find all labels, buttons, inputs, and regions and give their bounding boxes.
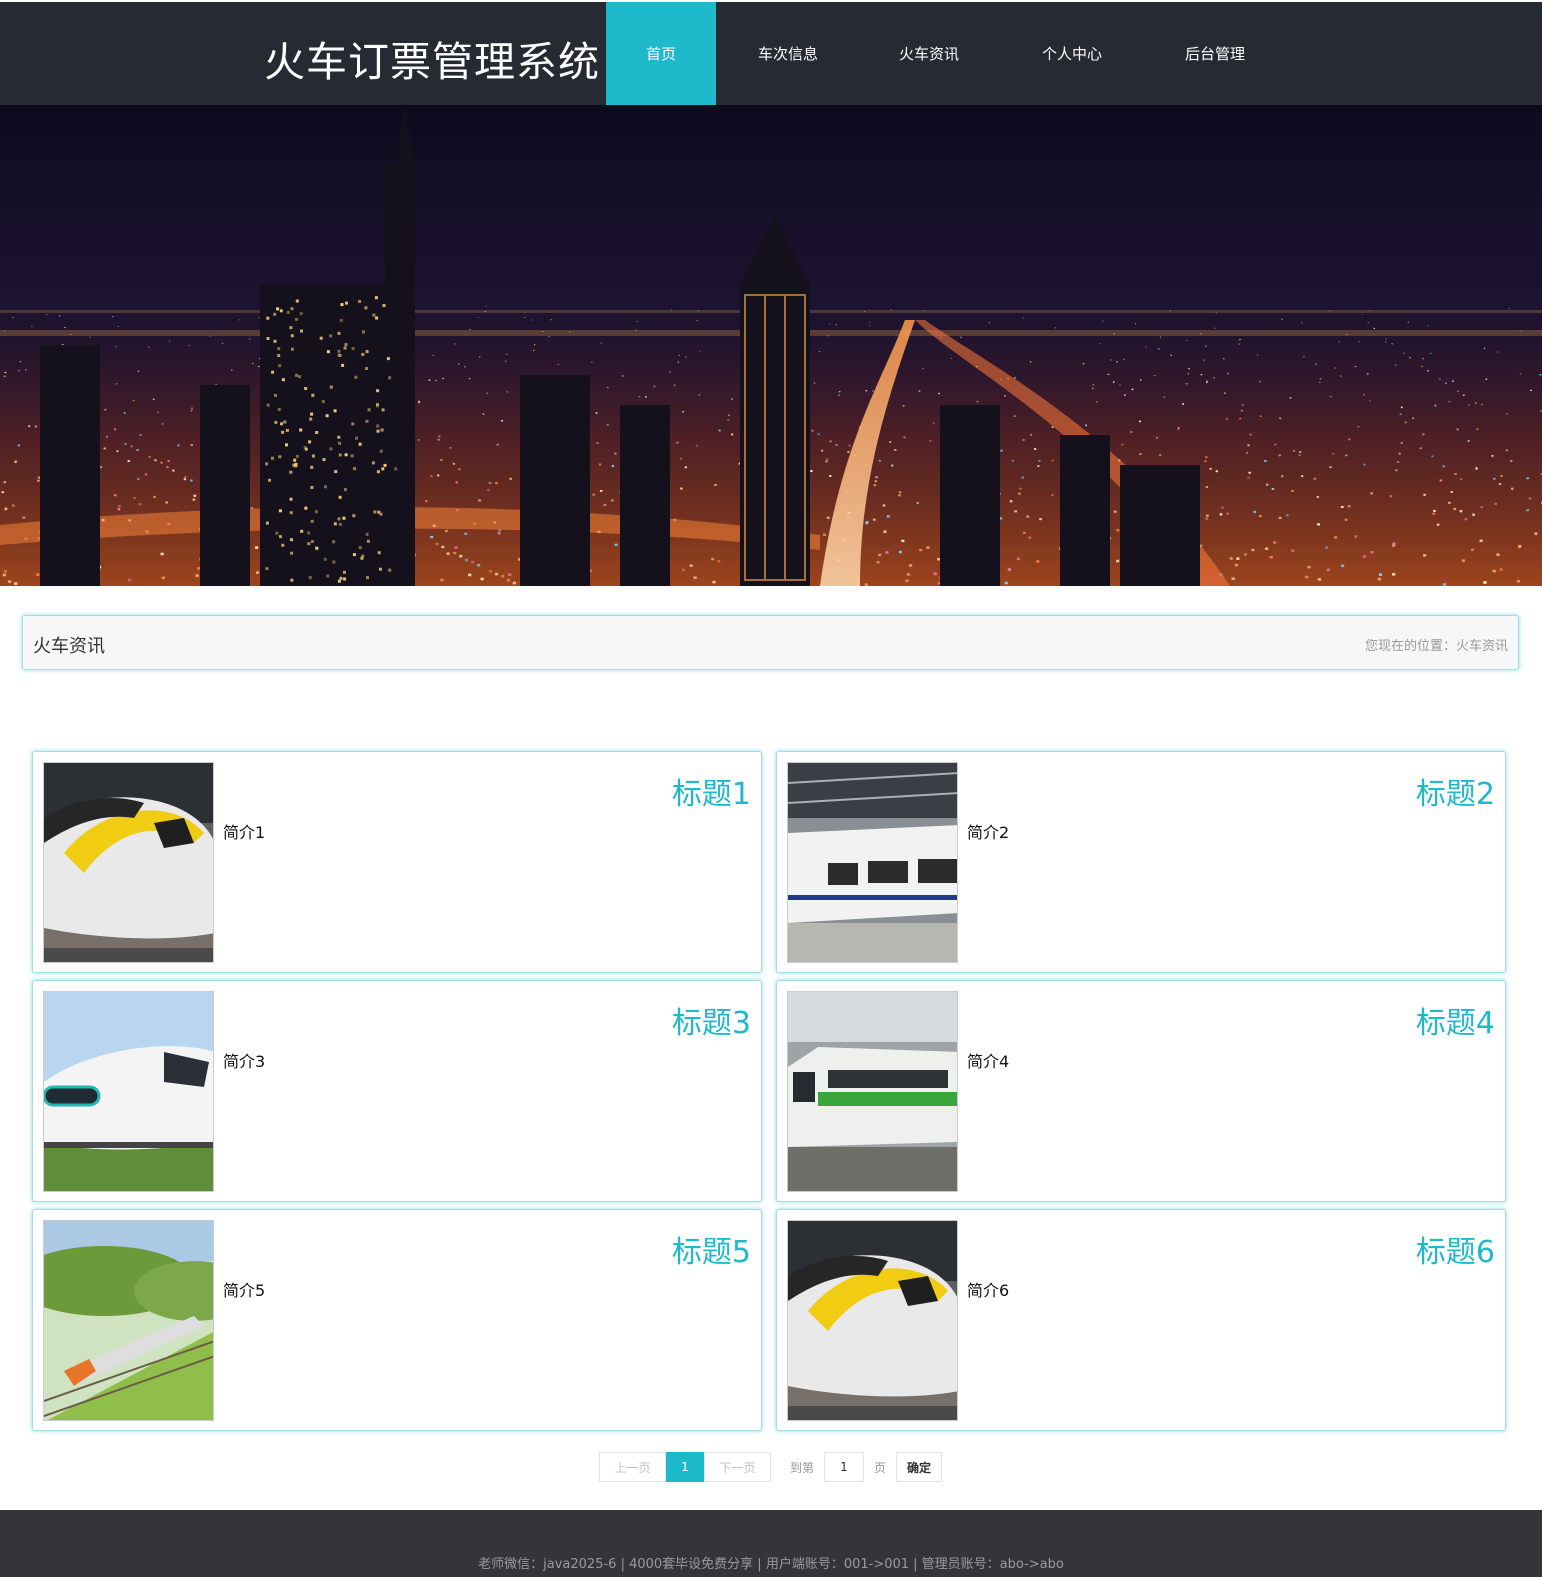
page-unit-label: 页 [874, 1461, 887, 1475]
breadcrumb: 您现在的位置：火车资讯 [1365, 635, 1508, 654]
site-title: 火车订票管理系统 [264, 38, 600, 86]
news-card[interactable]: 标题2 简介2 [776, 751, 1506, 973]
section-title: 火车资讯 [33, 636, 105, 657]
news-thumbnail[interactable] [43, 1220, 214, 1421]
news-thumbnail[interactable] [787, 1220, 958, 1421]
news-intro: 简介1 [223, 823, 266, 842]
page-number-current[interactable]: 1 [666, 1452, 704, 1482]
news-title[interactable]: 标题6 [1416, 1227, 1495, 1271]
next-page-button[interactable]: 下一页 [704, 1452, 771, 1482]
breadcrumb-label: 您现在的位置： [1364, 639, 1456, 654]
breadcrumb-current[interactable]: 火车资讯 [1456, 639, 1508, 654]
news-title[interactable]: 标题5 [672, 1227, 751, 1271]
news-thumbnail[interactable] [787, 762, 958, 963]
news-title[interactable]: 标题1 [672, 769, 751, 813]
footer: 老师微信：java2025-6 | 4000套毕设免费分享 | 用户端账号：00… [0, 1510, 1542, 1577]
goto-label: 到第 [790, 1461, 815, 1475]
nav-item-personal-center[interactable]: 个人中心 [998, 2, 1146, 105]
news-title[interactable]: 标题3 [672, 998, 751, 1042]
news-intro: 简介2 [967, 823, 1010, 842]
news-intro: 简介5 [223, 1281, 266, 1300]
nav-item-train-news[interactable]: 火车资讯 [860, 2, 998, 105]
news-title[interactable]: 标题4 [1416, 998, 1495, 1042]
pagination: 上一页 1 下一页 到第 页 确定 [0, 1452, 1542, 1482]
news-title[interactable]: 标题2 [1416, 769, 1495, 813]
news-card[interactable]: 标题3 简介3 [32, 980, 762, 1202]
page-jump-input[interactable] [824, 1452, 864, 1482]
footer-text: 老师微信：java2025-6 | 4000套毕设免费分享 | 用户端账号：00… [478, 1557, 1064, 1572]
nav-item-admin[interactable]: 后台管理 [1146, 2, 1284, 105]
news-card[interactable]: 标题6 简介6 [776, 1209, 1506, 1431]
news-card[interactable]: 标题1 简介1 [32, 751, 762, 973]
main-nav: 首页 车次信息 火车资讯 个人中心 后台管理 [606, 2, 1284, 105]
news-intro: 简介4 [967, 1052, 1010, 1071]
nav-item-home[interactable]: 首页 [606, 2, 716, 105]
yellow-high-speed-train-image [788, 1221, 957, 1420]
banner-carousel [0, 105, 1542, 586]
section-header: 火车资讯 您现在的位置：火车资讯 [22, 615, 1519, 670]
news-card[interactable]: 标题4 简介4 [776, 980, 1506, 1202]
white-bullet-train-image [44, 992, 213, 1191]
city-night-skyline-image [0, 105, 1542, 586]
news-thumbnail[interactable] [43, 991, 214, 1192]
harmony-train-in-station-image [788, 763, 957, 962]
news-intro: 简介6 [967, 1281, 1010, 1300]
news-thumbnail[interactable] [43, 762, 214, 963]
news-card[interactable]: 标题5 简介5 [32, 1209, 762, 1431]
news-intro: 简介3 [223, 1052, 266, 1071]
confirm-button[interactable]: 确定 [896, 1452, 942, 1482]
news-thumbnail[interactable] [787, 991, 958, 1192]
train-in-green-field-image [44, 1221, 213, 1420]
nav-item-train-info[interactable]: 车次信息 [716, 2, 860, 105]
top-navigation-bar: 火车订票管理系统 首页 车次信息 火车资讯 个人中心 后台管理 [0, 0, 1542, 105]
green-stripe-train-image [788, 992, 957, 1191]
yellow-high-speed-train-image [44, 763, 213, 962]
prev-page-button[interactable]: 上一页 [599, 1452, 666, 1482]
